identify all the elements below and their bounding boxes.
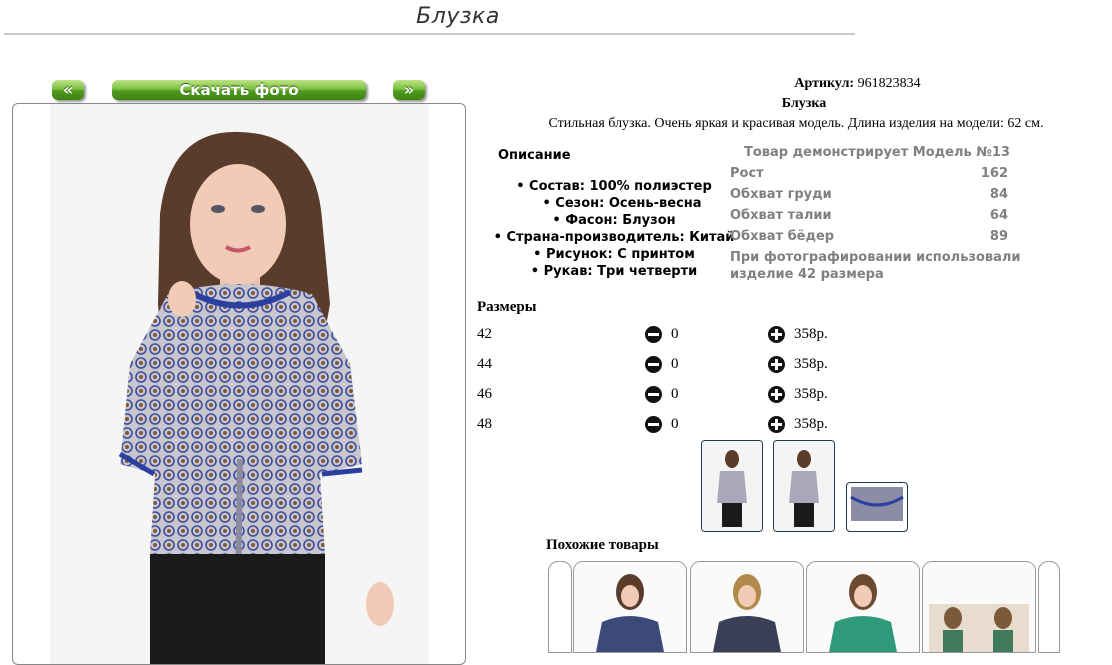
- increase-icon[interactable]: [768, 356, 785, 373]
- model-photo-illustration: [118, 131, 394, 664]
- thumbnail-back[interactable]: [773, 440, 835, 532]
- model-row-label: Рост: [730, 166, 764, 181]
- main-photo-frame: [12, 103, 466, 665]
- increase-icon[interactable]: [768, 326, 785, 343]
- decrease-icon[interactable]: [645, 356, 662, 373]
- size-label: 48: [477, 416, 492, 432]
- size-quantity: 0: [671, 326, 679, 342]
- description-heading: Описание: [498, 148, 571, 163]
- page-title: Блузка: [416, 4, 500, 29]
- decrease-icon[interactable]: [645, 416, 662, 433]
- description-item: • Фасон: Блузон: [552, 213, 676, 228]
- similar-next-button[interactable]: [1038, 561, 1060, 653]
- next-photo-button[interactable]: »: [393, 80, 425, 100]
- increase-icon[interactable]: [768, 416, 785, 433]
- increase-icon[interactable]: [768, 386, 785, 403]
- prev-photo-button[interactable]: «: [52, 80, 84, 100]
- size-price: 358р.: [794, 356, 828, 372]
- product-tagline: Стильная блузка. Очень яркая и красивая …: [548, 116, 1044, 131]
- description-item: • Рукав: Три четверти: [530, 264, 698, 279]
- decrease-icon[interactable]: [645, 326, 662, 343]
- description-item: • Рисунок: С принтом: [533, 247, 695, 262]
- thumbnail-front[interactable]: [701, 440, 763, 532]
- model-row-value: 89: [989, 229, 1008, 244]
- model-row-value: 64: [989, 208, 1008, 223]
- title-divider: [4, 33, 855, 35]
- model-note: При фотографировании использовали: [730, 250, 1021, 265]
- download-photo-button[interactable]: Скачать фото: [112, 80, 366, 100]
- similar-prev-button[interactable]: [548, 561, 572, 653]
- size-price: 358р.: [794, 416, 828, 432]
- model-row-value: 162: [980, 166, 1008, 181]
- size-quantity: 0: [671, 356, 679, 372]
- article-label: Артикул:: [794, 76, 855, 91]
- description-item: • Страна-производитель: Китай: [493, 230, 735, 245]
- size-quantity: 0: [671, 386, 679, 402]
- description-item: • Состав: 100% полиэстер: [516, 179, 712, 194]
- similar-product-card[interactable]: [922, 561, 1036, 653]
- size-label: 46: [477, 386, 492, 402]
- model-row-label: Обхват талии: [730, 208, 832, 223]
- article-value: 961823834: [857, 76, 921, 91]
- decrease-icon[interactable]: [645, 386, 662, 403]
- size-label: 44: [477, 356, 492, 372]
- model-row-value: 84: [989, 187, 1008, 202]
- product-name: Блузка: [781, 96, 827, 111]
- model-note: изделие 42 размера: [730, 267, 884, 282]
- sizes-heading: Размеры: [477, 299, 537, 315]
- model-row-label: Обхват бёдер: [730, 229, 835, 244]
- similar-product-card[interactable]: [573, 561, 687, 653]
- description-item: • Сезон: Осень-весна: [542, 196, 702, 211]
- size-price: 358р.: [794, 326, 828, 342]
- model-row-label: Обхват груди: [730, 187, 832, 202]
- main-product-photo[interactable]: [50, 104, 429, 664]
- size-label: 42: [477, 326, 492, 342]
- size-price: 358р.: [794, 386, 828, 402]
- size-quantity: 0: [671, 416, 679, 432]
- model-heading: Товар демонстрирует Модель №13: [744, 145, 1010, 160]
- article-line: Артикул: 961823834: [700, 76, 1015, 92]
- similar-product-card[interactable]: [690, 561, 804, 653]
- similar-heading: Похожие товары: [546, 537, 659, 553]
- thumbnail-detail[interactable]: [846, 482, 908, 532]
- similar-product-card[interactable]: [806, 561, 920, 653]
